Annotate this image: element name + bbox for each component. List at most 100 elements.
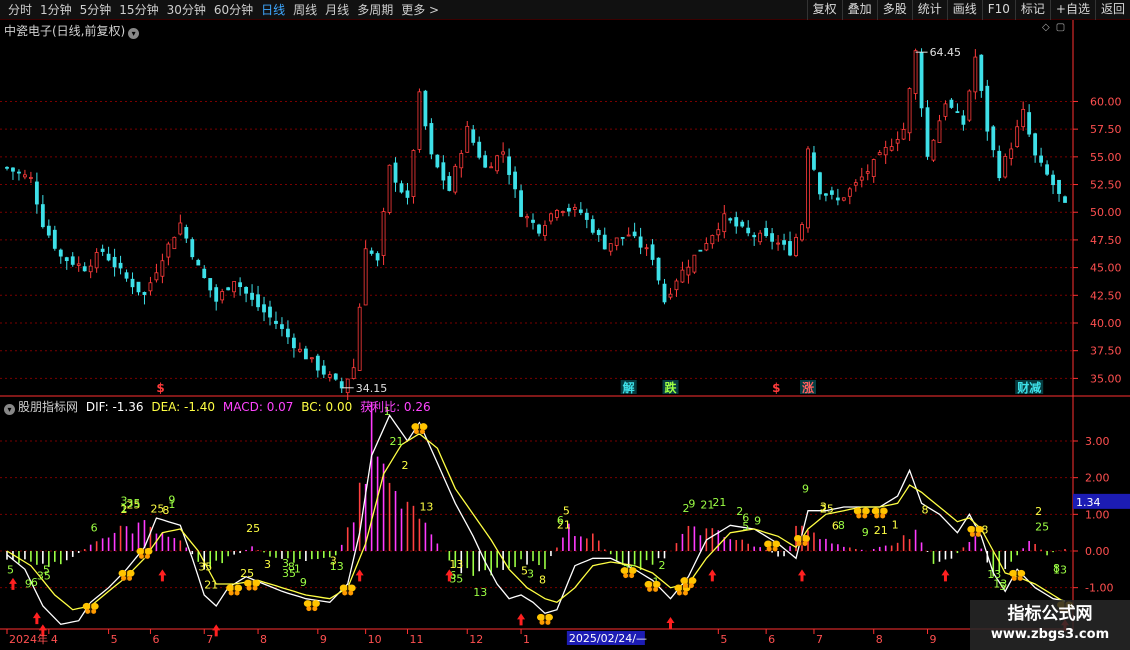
tab-period[interactable]: 日线 (257, 0, 289, 20)
candle-body (770, 233, 775, 242)
chevron-down-icon[interactable]: ▾ (4, 404, 15, 415)
candle-body (363, 248, 368, 306)
price-tick-label: 45.00 (1090, 262, 1122, 275)
statistics-button[interactable]: 统计 (911, 0, 947, 20)
candle-body (961, 115, 966, 125)
window-icon[interactable]: ▢ (1056, 22, 1065, 33)
x-tick-label: 8 (260, 633, 267, 646)
butterfly-wing (419, 423, 428, 431)
f10-button[interactable]: F10 (981, 0, 1015, 20)
draw-line-button[interactable]: 画线 (946, 0, 982, 20)
candle-body (991, 126, 996, 151)
tab-period[interactable]: 60分钟 (210, 0, 257, 20)
mark-button[interactable]: 标记 (1014, 0, 1050, 20)
back-button[interactable]: 返回 (1094, 0, 1130, 20)
candle-body (608, 243, 613, 252)
candle-body (1021, 108, 1026, 128)
watermark-title: 指标公式网 (1007, 604, 1093, 624)
diamond-icon[interactable]: ◇ (1042, 22, 1050, 33)
butterfly-wing (688, 577, 697, 585)
candle-body (369, 250, 374, 254)
butterfly-icon (244, 579, 261, 591)
count-marker: 3 (264, 558, 271, 571)
count-marker: 5 (563, 504, 570, 517)
candle-body (590, 219, 595, 233)
count-marker: 9 (300, 576, 307, 589)
candle-body (226, 287, 231, 291)
candle-body (734, 217, 739, 227)
butterfly-wing (644, 580, 653, 588)
tab-more[interactable]: 更多 > (397, 0, 443, 20)
toolbar-actions: 复权 叠加 多股 统计 画线 F10 标记 +自选 返回 (806, 0, 1130, 20)
tab-period[interactable]: 月线 (321, 0, 353, 20)
count-marker: 21 (700, 499, 714, 512)
candle-body (632, 231, 637, 237)
butterfly-wing (339, 584, 348, 592)
candle-body (680, 269, 685, 283)
butterfly-wing (246, 585, 252, 591)
butterfly-wing (311, 600, 320, 608)
tab-period[interactable]: 多周期 (353, 0, 397, 20)
tab-period[interactable]: 30分钟 (163, 0, 210, 20)
x-tick-label: 2024年 (9, 632, 48, 646)
butterfly-wing (118, 569, 127, 577)
candle-body (824, 193, 828, 196)
candle-body (184, 227, 189, 239)
count-marker: 1 (168, 498, 175, 511)
add-watchlist-button[interactable]: +自选 (1049, 0, 1095, 20)
candle-body (716, 229, 721, 236)
candle-body (441, 162, 446, 181)
candle-body (698, 249, 703, 252)
butterfly-wing (228, 590, 234, 596)
tab-period[interactable]: 15分钟 (115, 0, 162, 20)
candle-body (435, 154, 440, 168)
candle-body (411, 150, 416, 197)
up-arrow-icon (158, 569, 167, 582)
stock-chart[interactable]: 35.0037.5040.0042.5045.0047.5050.0052.50… (0, 20, 1130, 650)
tab-period[interactable]: 5分钟 (76, 0, 116, 20)
candle-body (955, 111, 960, 114)
count-markers: 8913521321625358913521321625358913521321… (7, 405, 1067, 599)
count-marker: 3 (527, 567, 534, 580)
x-tick-label: 12 (469, 633, 483, 646)
butterfly-icon (620, 567, 637, 579)
butterfly-wing (682, 583, 688, 589)
candle-body (274, 320, 278, 324)
price-tick-label: 55.00 (1090, 151, 1122, 164)
candle-body (268, 306, 272, 318)
candle-body (208, 278, 213, 291)
candle-body (477, 141, 482, 158)
butterfly-wing (347, 584, 356, 592)
tab-period[interactable]: 1分钟 (36, 0, 76, 20)
count-marker: 9 (754, 515, 761, 528)
candle-body (351, 367, 356, 379)
butterfly-wing (682, 590, 688, 596)
count-marker: 35 (37, 570, 51, 583)
candle-body (232, 281, 237, 293)
dif-readout: DIF: -1.36 (85, 400, 144, 414)
candle-body (572, 206, 577, 210)
chevron-down-icon[interactable]: ▾ (128, 28, 140, 39)
butterfly-icon (339, 584, 356, 596)
butterfly-wing (536, 613, 545, 621)
count-marker: 25 (246, 522, 260, 535)
candle-body (178, 222, 183, 235)
candle-body (865, 171, 870, 174)
candle-body (818, 172, 822, 195)
x-tick-label: 9 (930, 633, 937, 646)
butterfly-wing (85, 608, 91, 614)
candle-body (531, 219, 535, 223)
tab-period[interactable]: 周线 (289, 0, 321, 20)
candle-body (286, 328, 290, 338)
candle-body (70, 256, 75, 265)
butterfly-wing (82, 602, 91, 610)
candle-body (327, 374, 332, 378)
candle-body (794, 237, 798, 257)
count-marker: 3 (282, 557, 289, 570)
restore-rights-button[interactable]: 复权 (806, 0, 842, 20)
tab-period[interactable]: 分时 (4, 0, 36, 20)
multi-stock-button[interactable]: 多股 (876, 0, 912, 20)
butterfly-wing (764, 540, 773, 548)
overlay-button[interactable]: 叠加 (841, 0, 877, 20)
candle-body (764, 227, 769, 237)
